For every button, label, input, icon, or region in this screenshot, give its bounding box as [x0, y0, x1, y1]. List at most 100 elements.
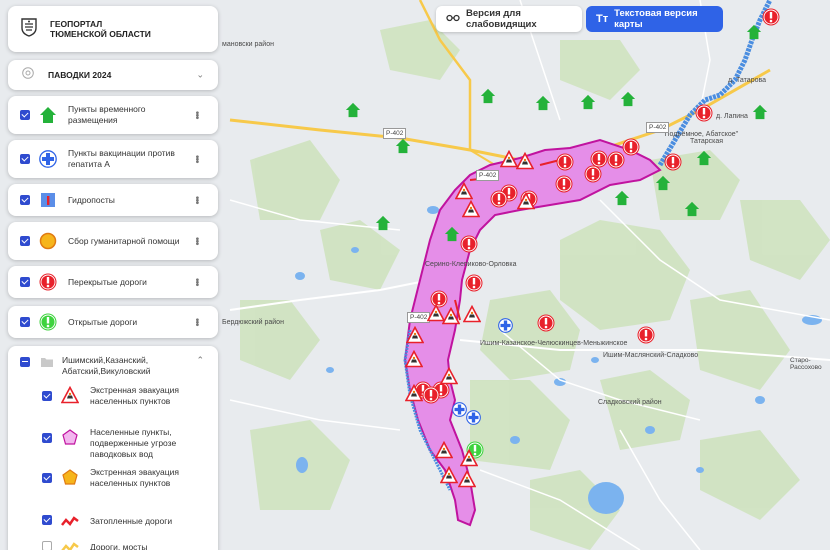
layer-group-header[interactable]: Ишимский,Казанский, Абатский,Викуловский…	[8, 346, 218, 377]
house-icon[interactable]	[696, 150, 712, 171]
house-icon[interactable]	[620, 91, 636, 112]
exclamation-red-icon[interactable]	[537, 314, 555, 337]
more-options-icon[interactable]: •••	[191, 237, 202, 245]
exclamation-red-icon[interactable]	[555, 175, 573, 198]
group-layer-item[interactable]: Дороги, мосты	[8, 533, 218, 550]
layer-checkbox[interactable]	[20, 236, 30, 246]
map-label-berdyuzhsky: Бердюжский район	[222, 319, 284, 326]
exclamation-red-icon[interactable]	[637, 326, 655, 349]
medical-cross-icon[interactable]	[452, 402, 467, 422]
text-version-button[interactable]: Tт Текстовая версия карты	[586, 6, 723, 32]
warning-triangle-icon	[60, 385, 80, 405]
layer-group-card: Ишимский,Казанский, Абатский,Викуловский…	[8, 346, 218, 550]
house-icon[interactable]	[480, 88, 496, 109]
exclamation-red-icon[interactable]	[556, 153, 574, 176]
warning-triangle-icon[interactable]	[459, 448, 479, 472]
house-icon[interactable]	[746, 24, 762, 45]
house-icon[interactable]	[655, 175, 671, 196]
more-options-icon[interactable]: •••	[191, 278, 202, 286]
exclamation-red-icon[interactable]	[465, 274, 483, 297]
group-layer-item[interactable]: Экстренная эвакуация населенных пунктов	[8, 463, 218, 507]
exclamation-red-icon[interactable]	[664, 153, 682, 176]
exclamation-red-icon[interactable]	[762, 8, 780, 31]
house-icon[interactable]	[752, 104, 768, 125]
medical-cross-icon[interactable]	[466, 410, 481, 430]
warning-triangle-icon[interactable]	[457, 469, 477, 493]
group-layer-item[interactable]: Экстренная эвакуация населенных пунктов	[8, 377, 218, 423]
layer-checkbox[interactable]	[42, 433, 52, 443]
map-label-klepikovo: Серино-Клепиково-Орловка	[425, 261, 517, 268]
warning-triangle-icon[interactable]	[405, 325, 425, 349]
layer-checkbox[interactable]	[42, 515, 52, 525]
exclamation-red-icon[interactable]	[584, 165, 602, 188]
layer-label: Экстренная эвакуация населенных пунктов	[90, 467, 180, 488]
layer-card[interactable]: Гидропосты •••	[8, 184, 218, 216]
warning-triangle-icon[interactable]	[404, 349, 424, 373]
layer-checkbox[interactable]	[20, 317, 30, 327]
warning-triangle-icon[interactable]	[439, 366, 459, 390]
more-options-icon[interactable]: •••	[191, 111, 202, 119]
layer-label: Сбор гуманитарной помощи	[68, 235, 180, 246]
layer-label: Пункты временного размещения	[68, 104, 146, 125]
layer-checkbox[interactable]	[20, 277, 30, 287]
exclamation-red-icon[interactable]	[460, 235, 478, 258]
layer-checkbox[interactable]	[20, 154, 30, 164]
group-layer-item[interactable]: Населенные пункты, подверженные угрозе п…	[8, 423, 218, 463]
road-label: Р-402	[476, 170, 500, 181]
layer-card[interactable]: Перекрытые дороги •••	[8, 266, 218, 298]
exclamation-red-icon[interactable]	[695, 104, 713, 127]
house-icon[interactable]	[580, 94, 596, 115]
layer-label: Перекрытые дороги	[68, 276, 147, 287]
map-label-tatarskaya: Татарская	[690, 138, 724, 145]
layer-checkbox[interactable]	[20, 195, 30, 205]
low-vision-label: Версия для слабовидящих	[466, 8, 537, 30]
road-label: Р-402	[646, 122, 670, 133]
map-label-ishim-maslyansky: Ишим-Маслянский-Сладково	[603, 352, 699, 359]
yellow-road-icon	[60, 537, 80, 550]
exclamation-red-icon[interactable]	[490, 190, 508, 213]
layer-checkbox[interactable]	[42, 473, 52, 483]
logo-card[interactable]: ГЕОПОРТАЛ ТЮМЕНСКОЙ ОБЛАСТИ	[8, 6, 218, 52]
layer-card[interactable]: Пункты вакцинации против гепатита А •••	[8, 140, 218, 178]
more-options-icon[interactable]: •••	[191, 196, 202, 204]
chevron-up-icon[interactable]: ⌃	[196, 355, 204, 366]
medical-cross-icon[interactable]	[498, 318, 513, 338]
layer-label: Населенные пункты, подверженные угрозе п…	[90, 427, 177, 459]
house-icon[interactable]	[444, 226, 460, 247]
logo-title: ГЕОПОРТАЛ ТЮМЕНСКОЙ ОБЛАСТИ	[50, 19, 151, 39]
warning-triangle-icon[interactable]	[516, 191, 536, 215]
theme-selector[interactable]: ПАВОДКИ 2024 ⌄	[8, 60, 218, 90]
more-options-icon[interactable]: •••	[191, 318, 202, 326]
house-icon[interactable]	[395, 138, 411, 159]
warning-triangle-icon[interactable]	[441, 306, 461, 330]
layer-checkbox[interactable]	[42, 541, 52, 550]
exclamation-red-icon[interactable]	[422, 386, 440, 409]
house-icon[interactable]	[535, 95, 551, 116]
house-icon[interactable]	[375, 215, 391, 236]
warning-triangle-icon[interactable]	[439, 465, 459, 489]
low-vision-button[interactable]: Версия для слабовидящих	[436, 6, 582, 32]
warning-triangle-icon[interactable]	[434, 440, 454, 464]
red-road-icon	[60, 511, 80, 531]
group-layer-item[interactable]: Затопленные дороги	[8, 507, 218, 533]
layer-card[interactable]: Пункты временного размещения •••	[8, 96, 218, 134]
theme-icon	[22, 66, 34, 84]
layer-checkbox[interactable]	[42, 391, 52, 401]
house-icon[interactable]	[614, 190, 630, 211]
warning-triangle-icon[interactable]	[461, 199, 481, 223]
warning-triangle-icon[interactable]	[404, 383, 424, 407]
warning-triangle-icon[interactable]	[515, 151, 535, 175]
house-icon[interactable]	[684, 201, 700, 222]
pink-pentagon-icon	[60, 427, 80, 447]
logo-line1: ГЕОПОРТАЛ	[50, 19, 103, 29]
warning-triangle-icon[interactable]	[462, 304, 482, 328]
text-size-icon: Tт	[596, 13, 609, 25]
group-checkbox[interactable]	[20, 357, 30, 367]
layer-checkbox[interactable]	[20, 110, 30, 120]
chevron-down-icon[interactable]: ⌄	[196, 70, 204, 81]
layer-card[interactable]: Открытые дороги •••	[8, 306, 218, 338]
house-icon[interactable]	[345, 102, 361, 123]
exclamation-red-icon[interactable]	[607, 151, 625, 174]
layer-card[interactable]: Сбор гуманитарной помощи •••	[8, 222, 218, 260]
more-options-icon[interactable]: •••	[191, 155, 202, 163]
